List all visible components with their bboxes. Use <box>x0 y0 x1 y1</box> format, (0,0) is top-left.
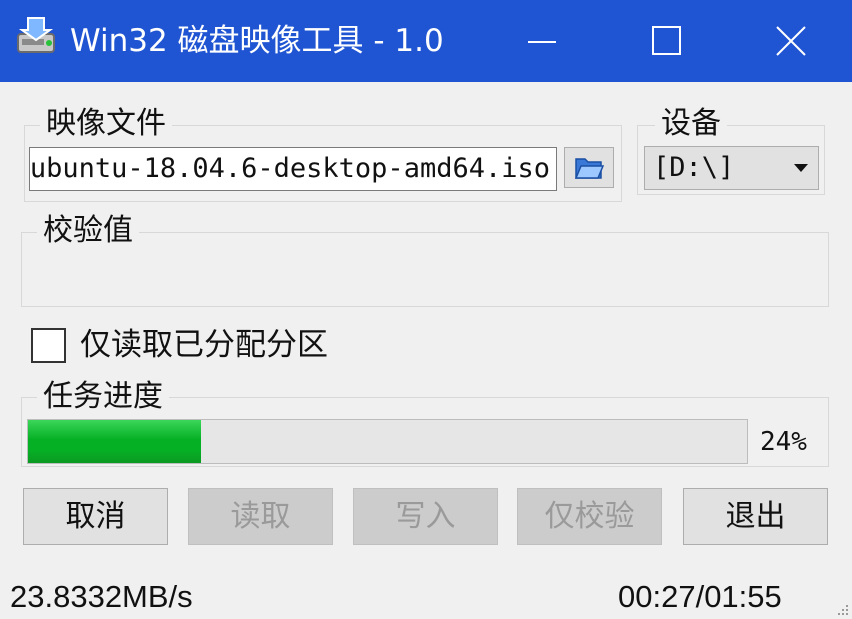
status-speed: 23.8332MB/s <box>10 579 193 614</box>
device-group-label: 设备 <box>655 106 727 142</box>
read-only-partitions-checkbox[interactable] <box>31 328 66 363</box>
cancel-button[interactable]: 取消 <box>23 488 168 545</box>
title-bar[interactable]: Win32 磁盘映像工具 - 1.0 <box>0 0 852 82</box>
window-title: Win32 磁盘映像工具 - 1.0 <box>70 23 444 59</box>
progress-bar <box>27 419 748 464</box>
image-file-group-label: 映像文件 <box>40 106 172 142</box>
progress-bar-fill <box>28 420 201 463</box>
folder-open-icon <box>574 158 604 179</box>
device-select[interactable]: [D:\] <box>644 146 819 190</box>
browse-file-button[interactable] <box>564 147 614 188</box>
size-grip-icon[interactable] <box>834 601 850 617</box>
verify-only-button[interactable]: 仅校验 <box>517 488 662 545</box>
progress-percent: 24% <box>760 427 807 457</box>
app-disk-icon <box>14 14 60 62</box>
read-button[interactable]: 读取 <box>188 488 333 545</box>
close-icon <box>776 26 806 56</box>
read-only-partitions-label[interactable]: 仅读取已分配分区 <box>80 325 328 365</box>
minimize-button[interactable] <box>482 0 604 82</box>
exit-button[interactable]: 退出 <box>683 488 828 545</box>
hash-group <box>21 232 829 307</box>
maximize-icon <box>652 26 681 55</box>
device-select-value: [D:\] <box>653 152 735 183</box>
maximize-button[interactable] <box>606 0 728 82</box>
status-time: 00:27/01:55 <box>618 579 782 614</box>
hash-group-label: 校验值 <box>37 213 139 249</box>
minimize-icon <box>528 41 556 43</box>
image-file-path-value: /ubuntu-18.04.6-desktop-amd64.iso <box>29 153 550 184</box>
dropdown-arrow-icon <box>794 164 808 172</box>
image-file-path-input[interactable]: /ubuntu-18.04.6-desktop-amd64.iso <box>29 147 557 191</box>
progress-group-label: 任务进度 <box>37 379 169 415</box>
write-button[interactable]: 写入 <box>353 488 498 545</box>
close-button[interactable] <box>730 0 852 82</box>
